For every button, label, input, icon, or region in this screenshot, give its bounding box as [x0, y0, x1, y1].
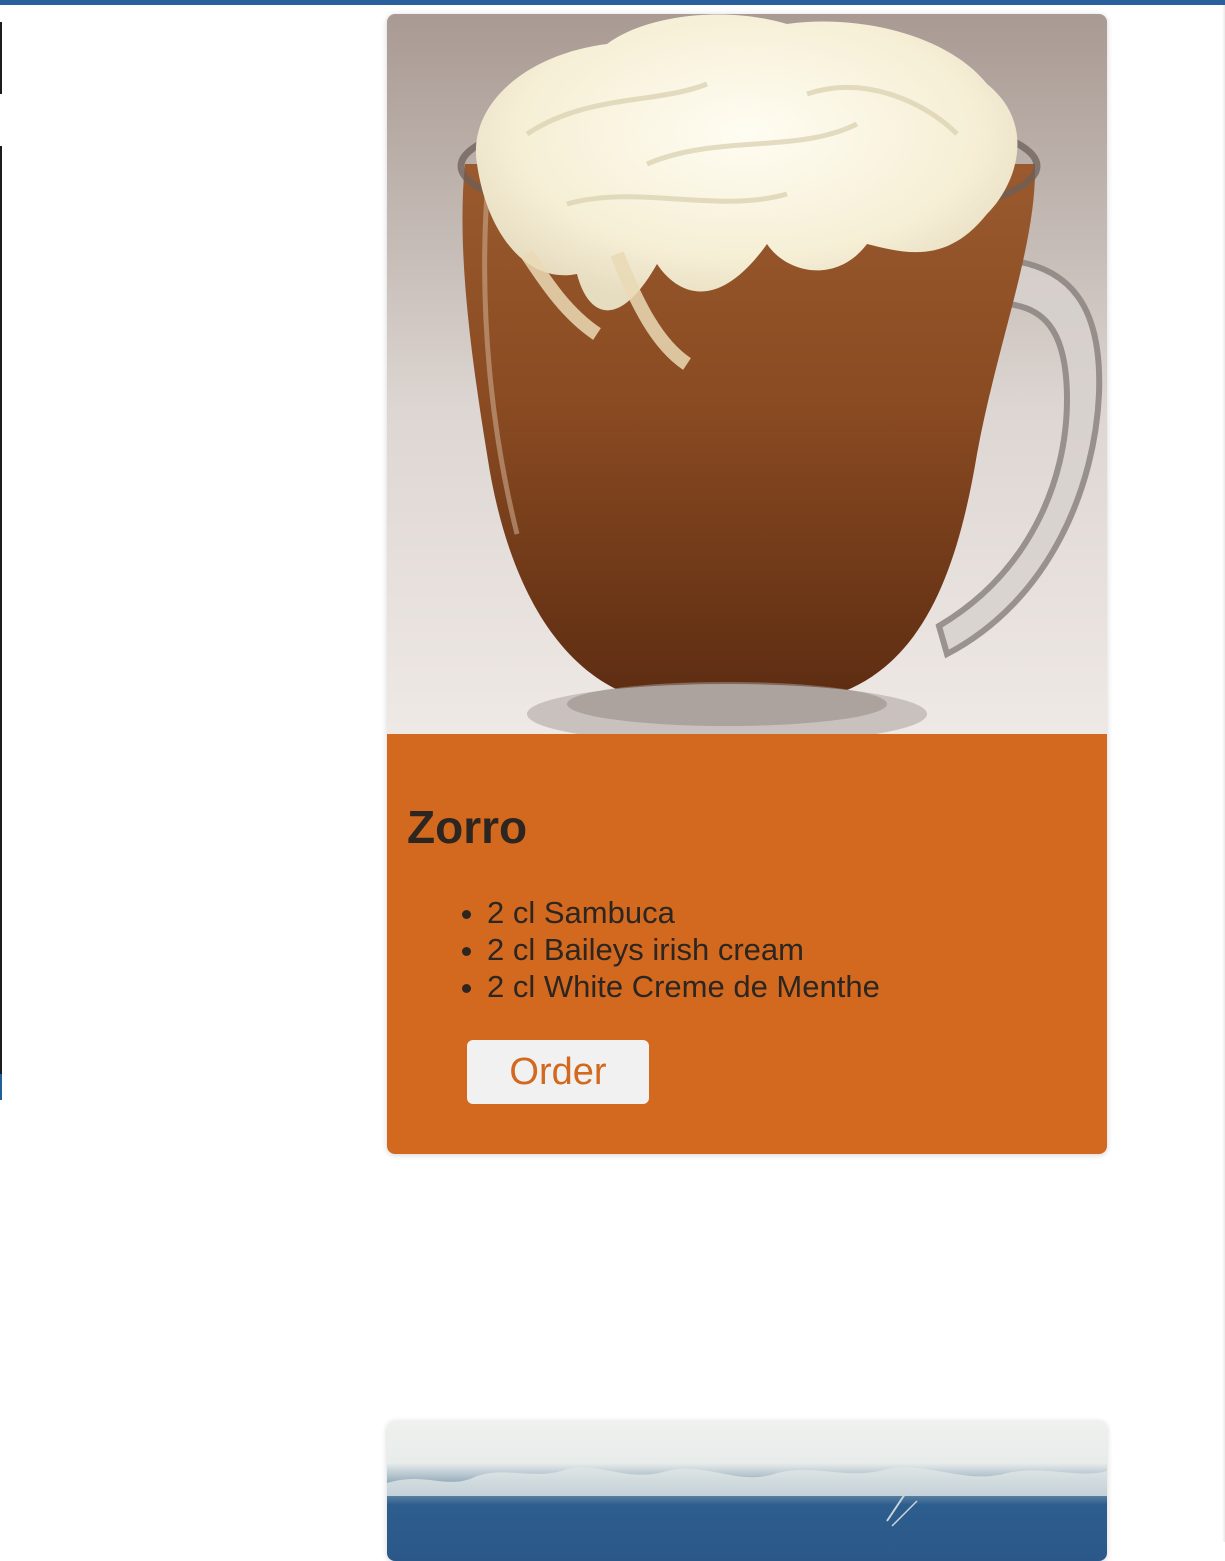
ingredient-item: 2 cl Sambuca: [487, 894, 880, 931]
ingredient-item: 2 cl White Creme de Menthe: [487, 968, 880, 1005]
coffee-mug-photo: [387, 14, 1107, 734]
left-divider: [0, 146, 2, 1074]
order-button[interactable]: Order: [467, 1040, 649, 1104]
top-accent-bar: [0, 0, 1225, 5]
left-divider: [0, 22, 2, 94]
drink-card: Zorro 2 cl Sambuca 2 cl Baileys irish cr…: [387, 14, 1107, 1154]
drink-card-body: Zorro 2 cl Sambuca 2 cl Baileys irish cr…: [387, 734, 1107, 1154]
left-divider: [0, 1074, 2, 1100]
drink-card: [387, 1421, 1107, 1561]
drink-title: Zorro: [407, 801, 528, 853]
ingredient-list: 2 cl Sambuca 2 cl Baileys irish cream 2 …: [447, 894, 880, 1005]
blue-cocktail-photo: [387, 1421, 1107, 1561]
ingredient-item: 2 cl Baileys irish cream: [487, 931, 880, 968]
